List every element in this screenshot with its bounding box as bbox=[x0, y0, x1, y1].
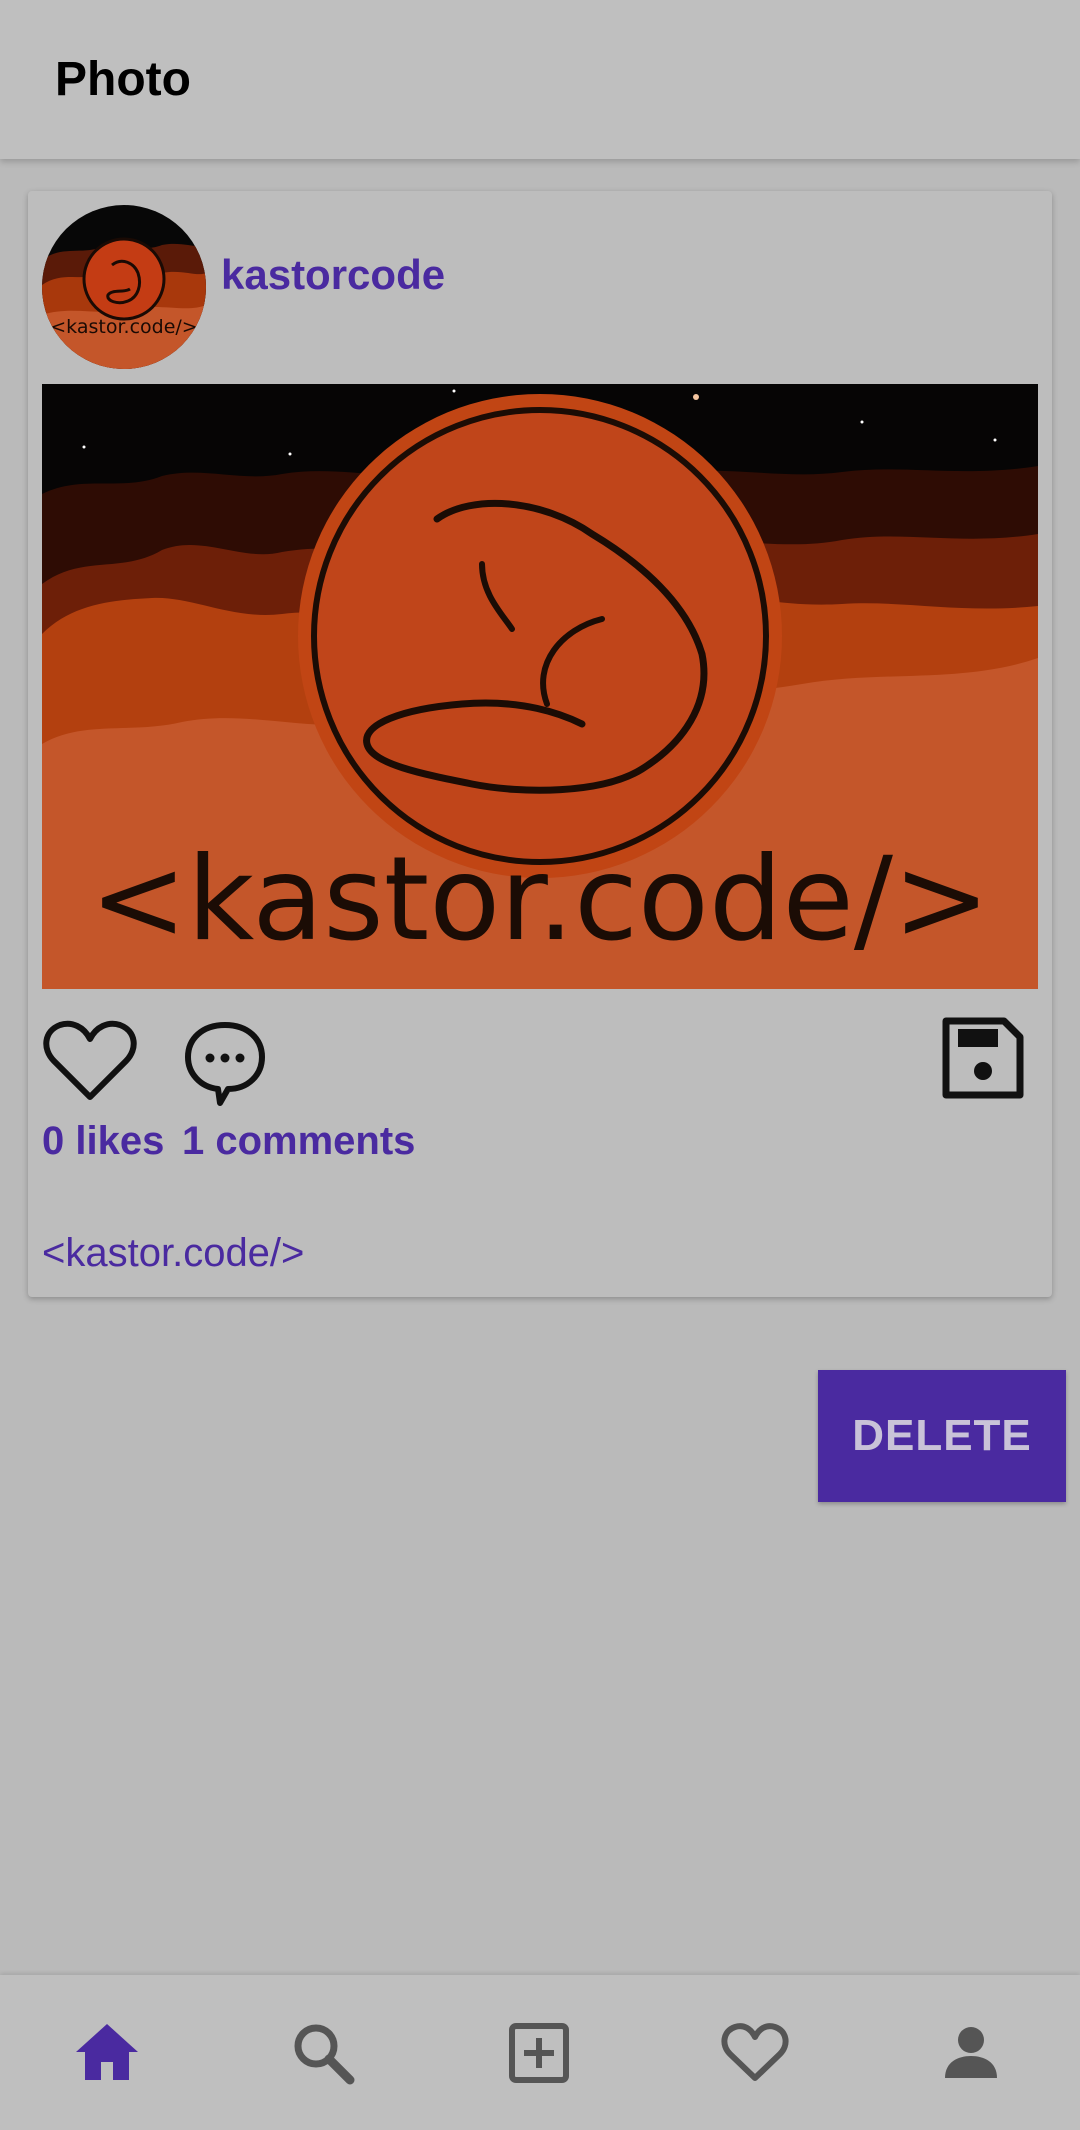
post-card: <kastor.code/> kastorcode <kastor.code/> bbox=[28, 191, 1052, 1297]
comments-count[interactable]: 1 comments bbox=[182, 1119, 415, 1164]
post-caption: <kastor.code/> bbox=[42, 1231, 305, 1275]
heart-icon bbox=[721, 2023, 789, 2081]
likes-count[interactable]: 0 likes bbox=[42, 1119, 164, 1164]
post-image-text: <kastor.code/> bbox=[90, 832, 990, 967]
comment-bubble-icon bbox=[185, 1022, 265, 1106]
avatar[interactable]: <kastor.code/> bbox=[42, 205, 206, 369]
page-title: Photo bbox=[55, 53, 191, 106]
like-button[interactable] bbox=[42, 1017, 138, 1107]
person-icon bbox=[945, 2027, 997, 2078]
add-box-icon bbox=[509, 2023, 569, 2083]
floppy-disk-icon bbox=[942, 1017, 1024, 1099]
home-icon bbox=[76, 2024, 138, 2080]
nav-profile[interactable] bbox=[936, 2018, 1006, 2088]
comment-button[interactable] bbox=[182, 1017, 268, 1107]
delete-button[interactable]: DELETE bbox=[818, 1370, 1066, 1502]
nav-add[interactable] bbox=[504, 2018, 574, 2088]
save-button[interactable] bbox=[940, 1015, 1026, 1101]
app-bar: Photo bbox=[0, 0, 1080, 159]
nav-activity[interactable] bbox=[720, 2018, 790, 2088]
nav-home[interactable] bbox=[72, 2018, 142, 2088]
avatar-text: <kastor.code/> bbox=[50, 316, 197, 338]
post-image[interactable]: <kastor.code/> bbox=[42, 384, 1038, 989]
username[interactable]: kastorcode bbox=[221, 251, 445, 299]
bottom-navigation bbox=[0, 1975, 1080, 2130]
search-icon bbox=[294, 2024, 355, 2085]
heart-outline-icon bbox=[43, 1020, 137, 1100]
nav-search[interactable] bbox=[288, 2018, 358, 2088]
